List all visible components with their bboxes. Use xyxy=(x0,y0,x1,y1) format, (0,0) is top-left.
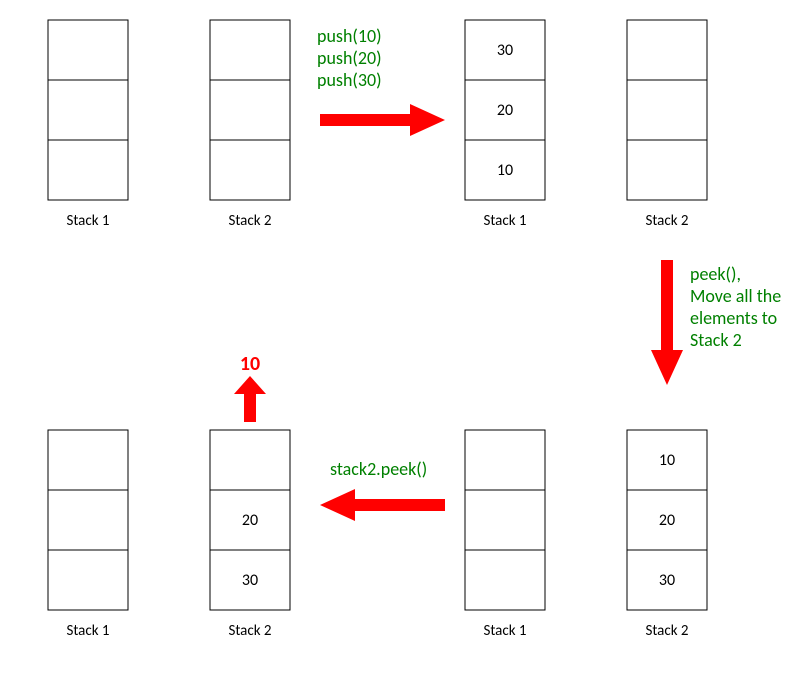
cell-value: 10 xyxy=(497,161,513,180)
stack-label: Stack 2 xyxy=(645,212,688,230)
arrow-stack2-peek-left xyxy=(320,489,445,521)
cell-value: 30 xyxy=(659,571,675,590)
cell-value: 20 xyxy=(497,101,513,120)
stack-label: Stack 1 xyxy=(483,622,526,640)
peek-op-3: elements to xyxy=(690,307,777,329)
stack-top-1a: Stack 1 xyxy=(48,20,128,230)
push-op-1: push(10) xyxy=(317,25,382,47)
stack-label: Stack 2 xyxy=(228,622,271,640)
popped-result: 10 xyxy=(234,352,266,422)
queue-two-stacks-diagram: Stack 1 Stack 2 push(10) push(20) push(3… xyxy=(0,0,800,689)
cell-value: 20 xyxy=(659,511,675,530)
stack-top-2b: Stack 2 xyxy=(627,20,707,230)
stack-label: Stack 2 xyxy=(228,212,271,230)
stack-top-2a: Stack 2 xyxy=(210,20,290,230)
stack-label: Stack 2 xyxy=(645,622,688,640)
popped-value: 10 xyxy=(240,352,260,376)
arrow-peek-down xyxy=(651,260,683,385)
push-op-3: push(30) xyxy=(317,69,382,91)
stack2-peek-op: stack2.peek() xyxy=(330,458,427,480)
stack-bottom-1d: Stack 1 xyxy=(465,430,545,640)
arrow-push-right xyxy=(320,104,445,136)
peek-move-operations: peek(), Move all the elements to Stack 2 xyxy=(690,263,781,351)
cell-value: 10 xyxy=(659,451,675,470)
peek-op-1: peek(), xyxy=(690,263,741,285)
push-operations: push(10) push(20) push(30) xyxy=(317,25,382,91)
peek-op-4: Stack 2 xyxy=(690,329,742,351)
push-op-2: push(20) xyxy=(317,47,382,69)
cell-value: 30 xyxy=(242,571,258,590)
stack-top-1b: 30 20 10 Stack 1 xyxy=(465,20,545,230)
stack-bottom-2c: 20 30 Stack 2 xyxy=(210,430,290,640)
cell-value: 30 xyxy=(497,41,513,60)
peek-op-2: Move all the xyxy=(690,285,781,307)
stack-label: Stack 1 xyxy=(483,212,526,230)
stack-label: Stack 1 xyxy=(66,212,109,230)
stack-bottom-1c: Stack 1 xyxy=(48,430,128,640)
stack-bottom-2d: 10 20 30 Stack 2 xyxy=(627,430,707,640)
stack-label: Stack 1 xyxy=(66,622,109,640)
cell-value: 20 xyxy=(242,511,258,530)
